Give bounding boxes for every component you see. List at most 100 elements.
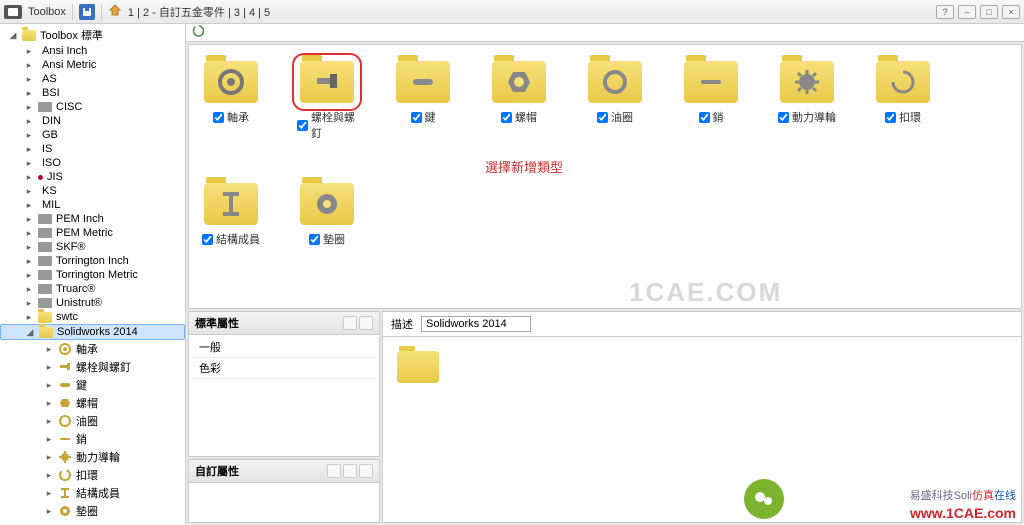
tree-standard-item[interactable]: ▸IS	[0, 142, 185, 156]
item-checkbox[interactable]	[501, 112, 512, 123]
tree-part-item[interactable]: ▸墊圈	[0, 502, 185, 520]
part-icon	[58, 451, 72, 463]
folder-grid-area[interactable]: 軸承螺栓與螺釘鍵螺帽油圈銷動力導輪扣環結構成員墊圈 選擇新增類型 1CAE.CO…	[188, 44, 1022, 309]
tree-label: GB	[42, 129, 58, 141]
caret-icon: ▸	[24, 88, 34, 98]
folder-item-pin[interactable]: 銷	[681, 61, 741, 141]
item-label[interactable]: 扣環	[885, 109, 921, 125]
folder-item-oring[interactable]: 油圈	[585, 61, 645, 141]
tree-standard-item[interactable]: ▸JIS	[0, 170, 185, 184]
maximize-button[interactable]: □	[980, 5, 998, 19]
item-label[interactable]: 螺栓與螺釘	[297, 109, 357, 141]
description-input[interactable]	[421, 316, 531, 332]
tree-part-item[interactable]: ▸動力導輪	[0, 448, 185, 466]
tool-btn[interactable]	[327, 464, 341, 478]
minimize-button[interactable]: –	[958, 5, 976, 19]
item-checkbox[interactable]	[778, 112, 789, 123]
save-icon[interactable]	[79, 4, 95, 20]
tree-custom-std[interactable]: ◢ Solidworks 2014	[0, 324, 185, 340]
item-checkbox[interactable]	[411, 112, 422, 123]
folder-item-washer[interactable]: 墊圈	[297, 183, 357, 247]
tool-btn[interactable]	[359, 464, 373, 478]
item-label[interactable]: 螺帽	[501, 109, 537, 125]
tree-part-item[interactable]: ▸鍵	[0, 376, 185, 394]
tree-standard-item[interactable]: ▸ISO	[0, 156, 185, 170]
flag-icon	[38, 228, 52, 238]
folder-item-gear[interactable]: 動力導輪	[777, 61, 837, 141]
tree-standard-item[interactable]: ▸Ansi Inch	[0, 44, 185, 58]
folder-item-nut[interactable]: 螺帽	[489, 61, 549, 141]
tree-standard-item[interactable]: ▸Ansi Metric	[0, 58, 185, 72]
folder-item-retring[interactable]: 扣環	[873, 61, 933, 141]
part-icon	[58, 379, 72, 391]
tree-label: PEM Inch	[56, 213, 104, 225]
tree-part-item[interactable]: ▸銷	[0, 430, 185, 448]
tree-part-item[interactable]: ▸結構成員	[0, 484, 185, 502]
tree-label: 油圈	[76, 413, 98, 429]
tree-root[interactable]: ◢ Toolbox 標準	[0, 26, 185, 44]
folder-icon	[780, 61, 834, 103]
tree-standard-item[interactable]: ▸MIL	[0, 198, 185, 212]
breadcrumb[interactable]: 1 | 2 - 自訂五金零件 | 3 | 4 | 5	[128, 4, 270, 20]
item-checkbox[interactable]	[885, 112, 896, 123]
tree-sidebar[interactable]: ◢ Toolbox 標準 ▸Ansi Inch▸Ansi Metric▸AS▸B…	[0, 24, 186, 525]
tree-standard-item[interactable]: ▸GB	[0, 128, 185, 142]
help-button[interactable]: ?	[936, 5, 954, 19]
tree-part-item[interactable]: ▸螺栓與螺釘	[0, 358, 185, 376]
folder-item-bolt[interactable]: 螺栓與螺釘	[297, 61, 357, 141]
tree-standard-item[interactable]: ▸Torrington Inch	[0, 254, 185, 268]
folder-item-key[interactable]: 鍵	[393, 61, 453, 141]
tree-part-item[interactable]: ▸軸承	[0, 340, 185, 358]
tree-standard-item[interactable]: ▸SKF®	[0, 240, 185, 254]
tree-standard-item[interactable]: ▸PEM Inch	[0, 212, 185, 226]
tool-btn[interactable]	[359, 316, 373, 330]
tree-standard-item[interactable]: ▸DIN	[0, 114, 185, 128]
tree-standard-item[interactable]: ▸Torrington Metric	[0, 268, 185, 282]
tree-standard-item[interactable]: ▸BSI	[0, 86, 185, 100]
part-icon	[58, 505, 72, 517]
home-icon[interactable]	[108, 3, 122, 20]
item-label[interactable]: 墊圈	[309, 231, 345, 247]
tree-standard-item[interactable]: ▸PEM Metric	[0, 226, 185, 240]
item-checkbox[interactable]	[309, 234, 320, 245]
item-checkbox[interactable]	[213, 112, 224, 123]
caret-icon: ▸	[44, 416, 54, 426]
tree-root-label: Toolbox 標準	[40, 27, 103, 43]
item-checkbox[interactable]	[699, 112, 710, 123]
caret-icon: ▸	[24, 158, 34, 168]
tree-standard-item[interactable]: ▸CISC	[0, 100, 185, 114]
tree-label: Ansi Inch	[42, 45, 87, 57]
tool-btn[interactable]	[343, 464, 357, 478]
tree-part-item[interactable]: ▸螺帽	[0, 394, 185, 412]
tree-part-item[interactable]: ▸扣環	[0, 466, 185, 484]
item-checkbox[interactable]	[597, 112, 608, 123]
item-label[interactable]: 油圈	[597, 109, 633, 125]
close-button[interactable]: ×	[1002, 5, 1020, 19]
item-checkbox[interactable]	[202, 234, 213, 245]
tree-part-item[interactable]: ▸ 油圈	[0, 412, 185, 430]
tree-standard-item[interactable]: ▸AS	[0, 72, 185, 86]
item-label[interactable]: 鍵	[411, 109, 436, 125]
item-label[interactable]: 動力導輪	[778, 109, 836, 125]
flag-icon	[38, 284, 52, 294]
item-label[interactable]: 結構成員	[202, 231, 260, 247]
folder-item-ibeam[interactable]: 結構成員	[201, 183, 261, 247]
item-label[interactable]: 軸承	[213, 109, 249, 125]
caret-icon: ▸	[44, 380, 54, 390]
tree-label: 結構成員	[76, 485, 120, 501]
property-row[interactable]: 色彩	[191, 358, 377, 379]
caret-icon: ▸	[24, 116, 34, 126]
tree-label: MIL	[42, 199, 60, 211]
item-checkbox[interactable]	[297, 120, 308, 131]
folder-item-bearing[interactable]: 軸承	[201, 61, 261, 141]
item-label[interactable]: 銷	[699, 109, 724, 125]
tree-standard-item[interactable]: ▸KS	[0, 184, 185, 198]
refresh-icon[interactable]	[192, 24, 206, 41]
tree-standard-item[interactable]: ▸Unistrut®	[0, 296, 185, 310]
tree-label: Truarc®	[56, 283, 95, 295]
tool-btn[interactable]	[343, 316, 357, 330]
tree-standard-item[interactable]: ▸swtc	[0, 310, 185, 324]
watermark: 1CAE.COM	[629, 277, 782, 308]
tree-standard-item[interactable]: ▸Truarc®	[0, 282, 185, 296]
property-row[interactable]: 一般	[191, 337, 377, 358]
